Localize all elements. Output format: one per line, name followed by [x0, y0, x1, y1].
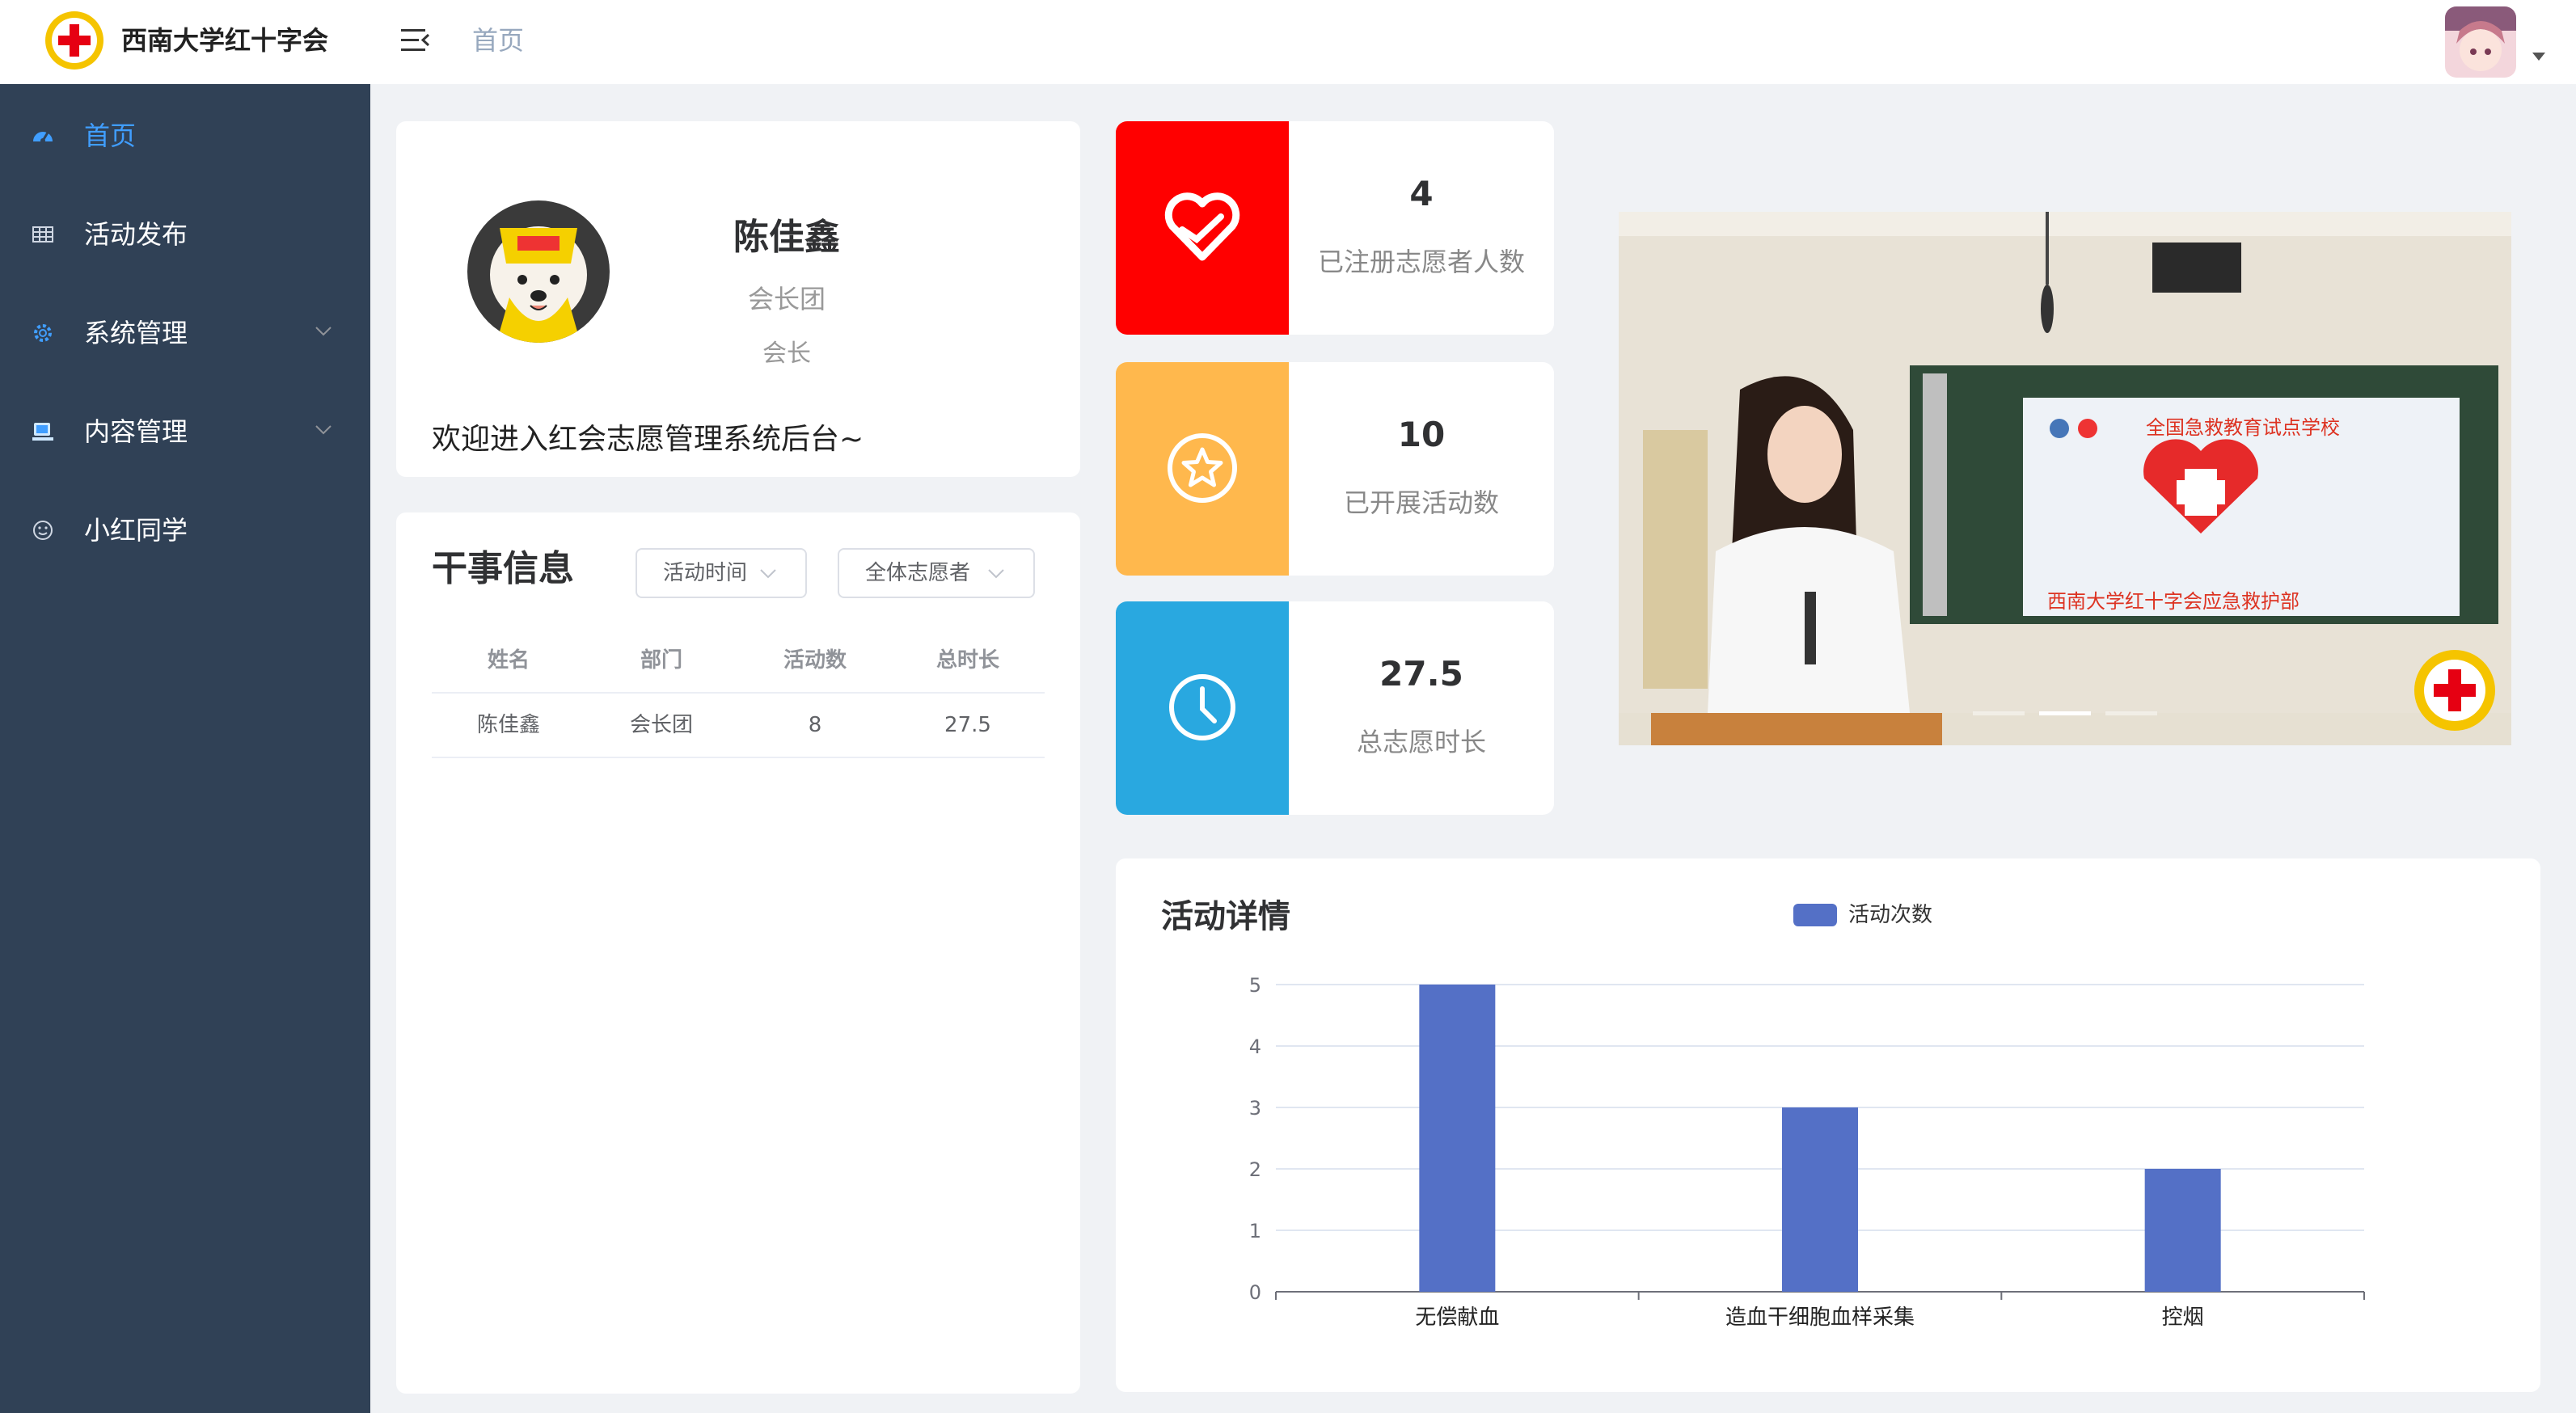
- stat-card-activities: 10 已开展活动数: [1116, 362, 1554, 576]
- stat-icon-block: [1116, 601, 1289, 815]
- chevron-down-icon: [314, 424, 333, 437]
- profile-role: 会长: [762, 340, 811, 368]
- chevron-down-icon: [758, 567, 778, 580]
- table-cell: 27.5: [944, 713, 991, 737]
- sidebar-item-content-management[interactable]: 内容管理: [0, 383, 370, 482]
- profile-name: 陈佳鑫: [733, 217, 840, 258]
- sidebar-item-activity-publish[interactable]: 活动发布: [0, 186, 370, 285]
- table-row[interactable]: 陈佳鑫 会长团 8 27.5: [432, 694, 1045, 758]
- carousel-indicator[interactable]: [1973, 711, 2025, 715]
- select-value: 活动时间: [663, 561, 748, 585]
- x-tick-label: 无偿献血: [1415, 1305, 1499, 1330]
- star-circle-icon: [1159, 425, 1245, 511]
- column-header: 部门: [640, 648, 682, 673]
- y-tick-label: 4: [1249, 1035, 1261, 1058]
- sidebar-item-label: 小红同学: [84, 515, 188, 546]
- chevron-down-icon: [314, 325, 333, 338]
- y-tick-label: 2: [1249, 1158, 1261, 1181]
- chevron-down-icon: [986, 567, 1006, 580]
- column-header: 活动数: [783, 648, 847, 673]
- y-tick-label: 5: [1249, 974, 1261, 997]
- stat-value: 27.5: [1379, 654, 1463, 694]
- sidebar-item-home[interactable]: 首页: [0, 87, 370, 186]
- y-tick-label: 1: [1249, 1220, 1261, 1242]
- carousel-indicator-active[interactable]: [2039, 711, 2091, 715]
- staff-info-title: 干事信息: [432, 548, 574, 589]
- legend-label: 活动次数: [1848, 903, 1932, 927]
- sidebar-item-xiaohong[interactable]: 小红同学: [0, 482, 370, 580]
- sidebar-item-system-management[interactable]: 系统管理: [0, 285, 370, 383]
- dashboard-icon: [31, 124, 55, 148]
- profile-avatar: [467, 200, 610, 343]
- stat-icon-block: [1116, 362, 1289, 576]
- profile-department: 会长团: [747, 284, 826, 314]
- y-tick-label: 0: [1249, 1281, 1261, 1304]
- menu-toggle-icon[interactable]: [399, 26, 432, 55]
- stat-label: 已开展活动数: [1343, 487, 1499, 518]
- banner-top-text: 全国急救教育试点学校: [2146, 416, 2340, 439]
- red-cross-watermark: [2414, 650, 2495, 731]
- staff-table: 姓名 部门 活动数 总时长 陈佳鑫 会长团 8 27.5: [432, 629, 1045, 758]
- y-tick-label: 3: [1249, 1097, 1261, 1120]
- banner-bottom-text: 西南大学红十字会应急救护部: [2047, 590, 2299, 613]
- stat-label: 总志愿时长: [1356, 727, 1486, 757]
- clock-icon: [1159, 664, 1245, 750]
- x-tick-label: 控烟: [2162, 1305, 2204, 1330]
- activity-time-select[interactable]: 活动时间: [636, 548, 807, 598]
- red-cross-logo: [44, 10, 105, 71]
- stat-icon-block: [1116, 121, 1289, 335]
- user-avatar[interactable]: [2445, 6, 2516, 78]
- monitor-icon: [31, 420, 55, 444]
- table-cell: 陈佳鑫: [476, 713, 540, 737]
- carousel-indicator[interactable]: [2105, 711, 2157, 715]
- carousel-slide-photo: 全国急救教育试点学校 西南大学红十字会应急救护部: [1619, 212, 2511, 745]
- breadcrumb[interactable]: 首页: [472, 21, 524, 60]
- sidebar-item-label: 首页: [84, 120, 137, 151]
- photo-carousel[interactable]: 全国急救教育试点学校 西南大学红十字会应急救护部: [1619, 212, 2511, 745]
- table-cell: 会长团: [629, 713, 693, 737]
- activity-bar-chart: 活动次数 0 1 2 3 4 5 无偿献血 造血干细胞血样采集 控烟: [1249, 903, 2365, 1330]
- welcome-message: 欢迎进入红会志愿管理系统后台~: [432, 423, 864, 456]
- sidebar-item-label: 系统管理: [84, 318, 188, 348]
- chart-legend[interactable]: 活动次数: [1793, 903, 1932, 927]
- table-icon: [31, 222, 55, 247]
- column-header: 姓名: [487, 648, 530, 673]
- heart-hand-icon: [1159, 184, 1245, 270]
- sidebar-item-label: 内容管理: [84, 416, 188, 447]
- sidebar-item-label: 活动发布: [84, 219, 188, 250]
- app-title: 西南大学红十字会: [121, 25, 329, 56]
- top-header: [0, 0, 2576, 84]
- bar-3[interactable]: [2144, 1169, 2221, 1292]
- bar-2[interactable]: [1782, 1107, 1858, 1292]
- stat-value: 4: [1409, 174, 1434, 213]
- stat-label: 已注册志愿者人数: [1317, 247, 1525, 277]
- stat-card-hours: 27.5 总志愿时长: [1116, 601, 1554, 815]
- x-tick-label: 造血干细胞血样采集: [1725, 1305, 1915, 1330]
- gear-icon: [31, 321, 55, 345]
- stat-card-volunteers: 4 已注册志愿者人数: [1116, 121, 1554, 335]
- column-header: 总时长: [935, 648, 999, 673]
- smiley-icon: [31, 518, 55, 542]
- bar-1[interactable]: [1419, 985, 1496, 1292]
- table-header-row: 姓名 部门 活动数 总时长: [432, 629, 1045, 694]
- select-value: 全体志愿者: [865, 561, 971, 585]
- table-cell: 8: [808, 713, 822, 737]
- volunteer-scope-select[interactable]: 全体志愿者: [838, 548, 1035, 598]
- legend-swatch: [1793, 904, 1837, 926]
- stat-value: 10: [1397, 415, 1446, 454]
- caret-down-icon[interactable]: [2531, 50, 2547, 61]
